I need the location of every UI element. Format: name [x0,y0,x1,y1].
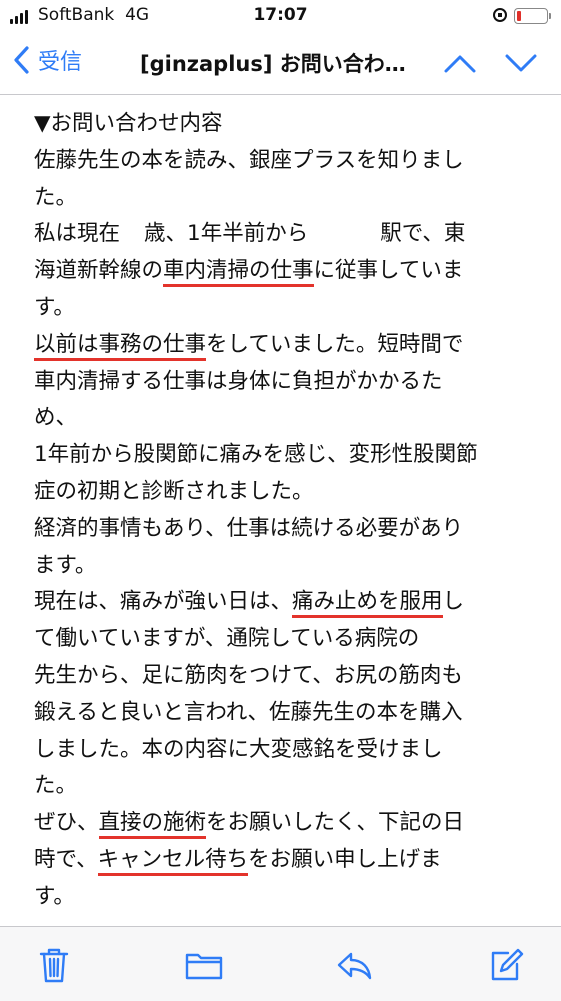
previous-message-button[interactable] [442,48,478,78]
highlighted-phrase: 直接の施術 [98,810,207,840]
compose-icon [491,948,524,981]
body-line: 私は現在 歳、1年半前から 駅で、東 [34,216,534,253]
status-bar: SoftBank 4G 17:07 [0,0,561,32]
body-text: し [442,589,465,615]
delete-button[interactable] [34,945,74,985]
body-text: 歳、1年半前から [144,221,309,247]
highlighted-phrase: 痛み止めを服用 [292,589,443,619]
body-line: 鍛えると良いと言われ、佐藤先生の本を購入 [34,699,463,725]
body-line: 1年前から股関節に痛みを感じ、変形性股関節 [34,442,478,468]
highlighted-phrase: 車内清掃の仕事 [163,258,314,288]
body-text: ぜひ、 [34,810,99,836]
body-line: ます。 [34,552,97,578]
status-time: 17:07 [253,5,308,25]
body-text: をお願い申し上げま [248,846,442,872]
body-line: 現在は、痛みが強い日は、痛み止めを服用し [34,584,534,621]
trash-icon [39,948,69,983]
reply-icon [337,952,372,980]
chevron-up-icon [444,55,476,73]
body-line: た。 [34,184,78,210]
next-message-button[interactable] [503,48,539,78]
body-line: 症の初期と診断されました。 [34,478,314,504]
battery-icon [514,8,551,24]
body-line: 経済的事情もあり、仕事は続ける必要があり [34,515,464,541]
body-line: す。 [34,883,75,909]
nav-divider [0,94,561,95]
body-line: 時で、キャンセル待ちをお願い申し上げま [34,842,534,879]
body-line: 先生から、足に筋肉をつけて、お尻の筋肉も [34,662,463,688]
body-text: に従事していま [313,258,464,284]
mail-toolbar [0,926,561,1001]
mail-nav-bar: 受信 [ginzaplus] お問い合わ… [0,32,561,94]
body-text: をお願いしたく、下記の日 [206,810,465,836]
body-line: 海道新幹線の車内清掃の仕事に従事していま [34,253,534,290]
body-line: た。 [34,773,78,799]
orientation-lock-icon [493,8,507,22]
body-text: 私は現在 [34,221,121,247]
highlighted-phrase: 以前は事務の仕事 [34,331,207,361]
body-line: ▼お問い合わせ内容 [34,111,223,136]
compose-button[interactable] [486,945,526,985]
body-line: め、 [34,405,78,431]
body-line: て働いていますが、通院している病院の [34,626,420,652]
mail-subject: [ginzaplus] お問い合わ… [140,52,406,76]
body-text: 海道新幹線の [34,258,164,284]
body-line: 車内清掃する仕事は身体に負担がかかるた [34,368,443,394]
mail-body: ▼お問い合わせ内容 佐藤先生の本を読み、銀座プラスを知りまし た。 私は現在 歳、… [34,106,534,916]
body-line: ぜひ、直接の施術をお願いしたく、下記の日 [34,805,534,842]
body-line: しました。本の内容に大変感銘を受けまし [34,736,443,762]
body-line: 以前は事務の仕事をしていました。短時間で [34,327,534,364]
back-label: 受信 [38,50,83,75]
body-text: 現在は、痛みが強い日は、 [34,589,293,615]
move-to-folder-button[interactable] [184,945,224,985]
body-text: 駅で、東 [380,221,466,247]
folder-icon [185,953,223,980]
chevron-down-icon [505,54,537,72]
chevron-left-icon [14,46,29,74]
highlighted-phrase: キャンセル待ち [97,846,249,876]
back-button[interactable]: 受信 [12,44,82,76]
body-line: す。 [34,294,75,320]
body-line: 佐藤先生の本を読み、銀座プラスを知りまし [34,147,464,173]
body-text: をしていました。短時間で [206,331,464,357]
body-text: 時で、 [34,846,98,872]
reply-button[interactable] [334,945,374,985]
